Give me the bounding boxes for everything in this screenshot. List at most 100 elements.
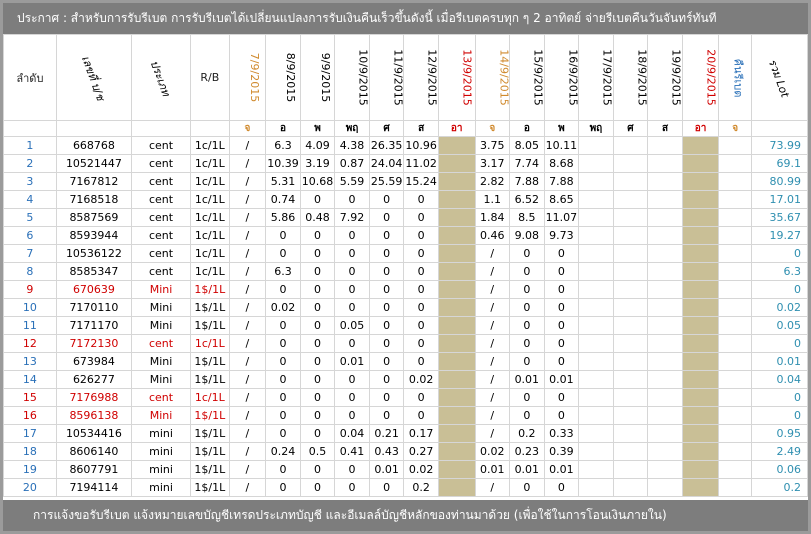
lot-cell: 0.5 bbox=[299, 442, 336, 461]
lot-cell: 0 bbox=[403, 298, 439, 317]
lot-cell: / bbox=[474, 316, 511, 335]
account-number: 8596138 bbox=[55, 406, 133, 425]
lot-cell: / bbox=[474, 244, 511, 263]
lot-cell: 0 bbox=[334, 244, 370, 263]
day-label: พ bbox=[299, 120, 336, 137]
lot-cell: 0 bbox=[334, 370, 370, 389]
lot-cell: 0 bbox=[368, 406, 405, 425]
table-row: 1 668768 cent 1c/1L/6.3 4.09 4.38 26.35 10.96 3.… bbox=[3, 136, 809, 155]
lot-cell: 0.74 bbox=[265, 190, 301, 209]
lot-cell bbox=[647, 370, 683, 389]
table-row: 8 8585347 cent 1c/1L/6.3 0 0 0 0/0 0 6.3 bbox=[3, 262, 809, 281]
lot-cell: 0.46 bbox=[474, 226, 511, 245]
lot-cell: 0 bbox=[265, 244, 301, 263]
account-number: 8607791 bbox=[55, 460, 133, 479]
lot-cell bbox=[578, 424, 614, 443]
lot-cell bbox=[578, 370, 614, 389]
lot-cell bbox=[647, 460, 683, 479]
header-date-1: 8/9/2015 bbox=[265, 34, 301, 121]
lot-cell: / bbox=[228, 406, 267, 425]
lot-cell: 0 bbox=[299, 334, 336, 353]
lot-cell bbox=[681, 190, 720, 209]
lot-cell: 5.86 bbox=[265, 208, 301, 227]
lot-cell: 1.1 bbox=[474, 190, 511, 209]
total-lot: 0.01 bbox=[750, 352, 809, 371]
total-lot: 0 bbox=[750, 334, 809, 353]
refund-cell bbox=[718, 442, 752, 461]
row-index: 9 bbox=[3, 280, 57, 299]
lot-cell bbox=[681, 280, 720, 299]
row-index: 16 bbox=[3, 406, 57, 425]
lot-cell bbox=[681, 226, 720, 245]
row-index: 1 bbox=[3, 136, 57, 155]
lot-cell: 0 bbox=[368, 334, 405, 353]
header-date-5: 12/9/2015 bbox=[403, 34, 439, 121]
lot-cell: 0 bbox=[299, 478, 336, 497]
account-type: mini bbox=[131, 424, 191, 443]
lot-cell: 11.07 bbox=[543, 208, 580, 227]
lot-cell bbox=[578, 334, 614, 353]
lot-cell bbox=[578, 172, 614, 191]
lot-cell: 0 bbox=[265, 424, 301, 443]
rebate-rate: 1c/1L bbox=[190, 226, 230, 245]
day-label: อา bbox=[681, 120, 720, 137]
account-type: Mini bbox=[131, 280, 191, 299]
row-index: 20 bbox=[3, 478, 57, 497]
lot-cell bbox=[612, 316, 649, 335]
total-lot: 0 bbox=[750, 388, 809, 407]
lot-cell bbox=[578, 226, 614, 245]
lot-cell: / bbox=[228, 208, 267, 227]
lot-cell bbox=[681, 298, 720, 317]
account-type: cent bbox=[131, 244, 191, 263]
lot-cell: 0 bbox=[334, 406, 370, 425]
lot-cell: 0 bbox=[368, 226, 405, 245]
lot-cell: 0 bbox=[334, 460, 370, 479]
lot-cell: 0.01 bbox=[509, 460, 545, 479]
lot-cell bbox=[647, 244, 683, 263]
account-number: 7176988 bbox=[55, 388, 133, 407]
table-row: 15 7176988 cent 1c/1L/0 0 0 0 0/0 0 0 bbox=[3, 388, 809, 407]
lot-cell: 0 bbox=[368, 190, 405, 209]
lot-cell bbox=[578, 388, 614, 407]
rebate-rate: 1$/1L bbox=[190, 370, 230, 389]
lot-cell: 9.73 bbox=[543, 226, 580, 245]
lot-cell: 0 bbox=[299, 460, 336, 479]
account-type: cent bbox=[131, 136, 191, 155]
rebate-rate: 1$/1L bbox=[190, 298, 230, 317]
rebate-rate: 1c/1L bbox=[190, 262, 230, 281]
rebate-rate: 1$/1L bbox=[190, 442, 230, 461]
lot-cell: 0.02 bbox=[403, 370, 439, 389]
lot-cell bbox=[612, 406, 649, 425]
day-label: ศ bbox=[612, 120, 649, 137]
lot-cell: 8.5 bbox=[509, 208, 545, 227]
lot-cell: 0 bbox=[368, 262, 405, 281]
row-index: 3 bbox=[3, 172, 57, 191]
refund-cell bbox=[718, 460, 752, 479]
table-row: 7 10536122 cent 1c/1L/0 0 0 0 0/0 0 0 bbox=[3, 244, 809, 263]
total-lot: 0.04 bbox=[750, 370, 809, 389]
header-refund: คืนรีเบต bbox=[718, 34, 752, 121]
lot-cell: 26.35 bbox=[368, 136, 405, 155]
lot-cell: 0 bbox=[265, 352, 301, 371]
lot-cell: 5.59 bbox=[334, 172, 370, 191]
row-index: 7 bbox=[3, 244, 57, 263]
account-type: cent bbox=[131, 262, 191, 281]
header-date-7: 14/9/2015 bbox=[474, 34, 511, 121]
lot-cell bbox=[647, 262, 683, 281]
lot-cell bbox=[612, 388, 649, 407]
lot-cell: 5.31 bbox=[265, 172, 301, 191]
lot-cell bbox=[647, 190, 683, 209]
lot-cell bbox=[612, 478, 649, 497]
lot-cell: 0 bbox=[368, 208, 405, 227]
table-row: 3 7167812 cent 1c/1L/5.31 10.68 5.59 25.59 15.2… bbox=[3, 172, 809, 191]
rebate-rate: 1c/1L bbox=[190, 190, 230, 209]
lot-cell bbox=[681, 442, 720, 461]
lot-cell: 0.01 bbox=[509, 370, 545, 389]
table-row: 19 8607791 mini 1$/1L/0 0 0 0.01 0.02 0.01 0.01 0.… bbox=[3, 460, 809, 479]
row-index: 4 bbox=[3, 190, 57, 209]
day-label: จ bbox=[474, 120, 511, 137]
lot-cell: / bbox=[228, 316, 267, 335]
lot-cell: 6.3 bbox=[265, 136, 301, 155]
header-date-10: 17/9/2015 bbox=[578, 34, 614, 121]
lot-cell: 0 bbox=[299, 298, 336, 317]
